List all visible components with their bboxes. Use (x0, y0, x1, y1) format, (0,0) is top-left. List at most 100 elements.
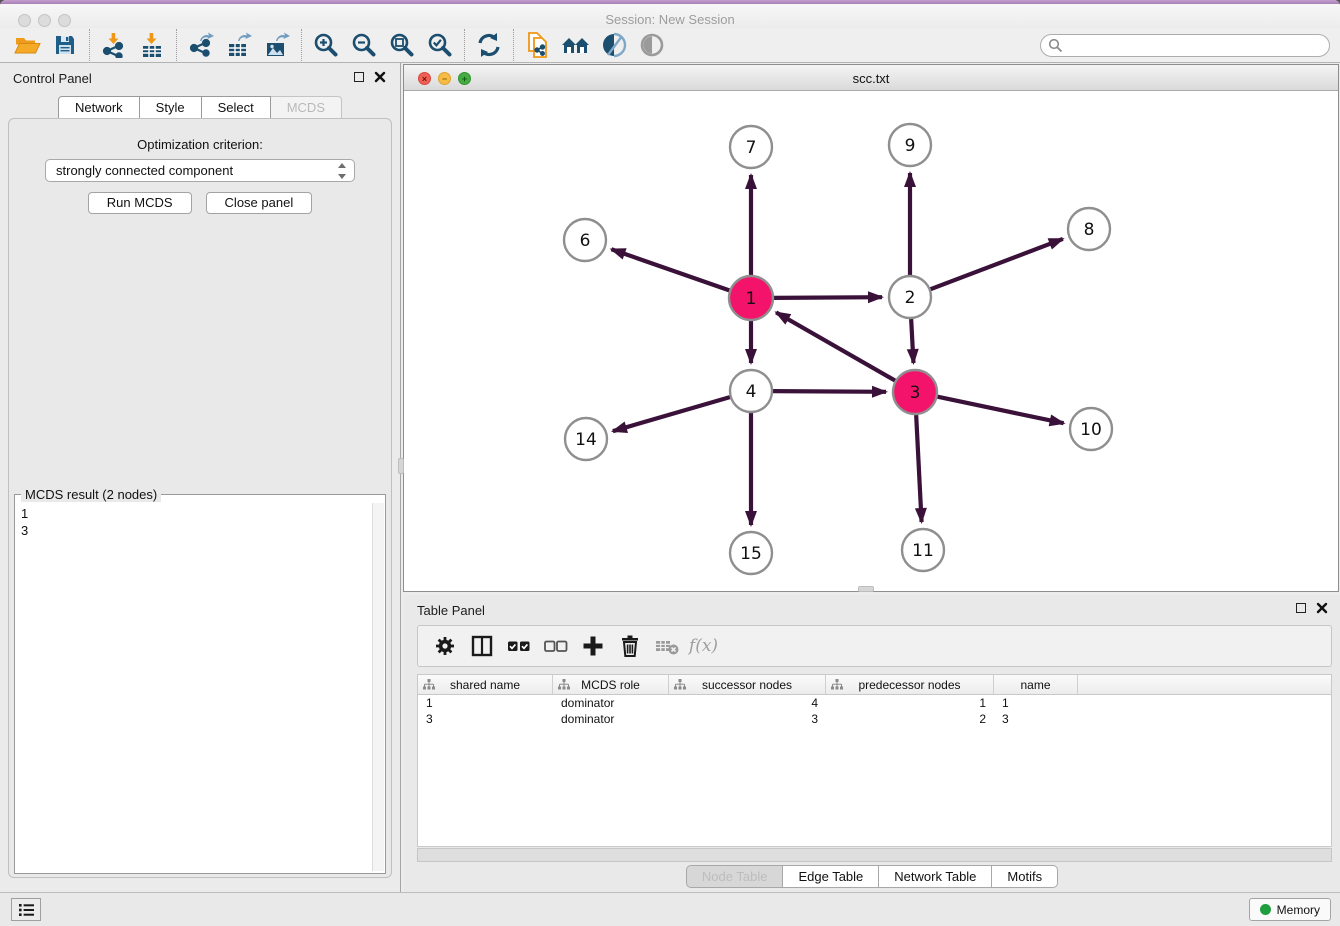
zoom-in-button[interactable] (307, 29, 345, 61)
graph-node-label-15: 15 (740, 544, 762, 564)
tab-motifs[interactable]: Motifs (992, 865, 1058, 888)
network-canvas[interactable]: 7968124314101511 (404, 91, 1338, 591)
table-tabs: Node Table Edge Table Network Table Moti… (404, 865, 1340, 888)
graph-edge-4-14[interactable] (613, 397, 730, 431)
result-scrollbar[interactable] (372, 503, 384, 871)
column-header-mcds-role[interactable]: MCDS role (553, 675, 669, 694)
graph-edge-3-1[interactable] (776, 312, 895, 380)
duplicate-network-icon (525, 32, 551, 58)
cell-shared-name[interactable]: 1 (418, 695, 553, 711)
cell-successor-nodes[interactable]: 4 (669, 695, 826, 711)
mcds-result-text[interactable]: 1 3 (17, 503, 371, 871)
close-panel-icon[interactable] (374, 71, 386, 83)
zoom-fit-button[interactable] (383, 29, 421, 61)
vertical-splitter-handle[interactable] (398, 458, 404, 474)
search-input[interactable] (1040, 34, 1330, 57)
mcds-result-title: MCDS result (2 nodes) (21, 487, 161, 502)
column-header-shared-name[interactable]: shared name (418, 675, 553, 694)
graph-edge-3-11[interactable] (916, 415, 921, 522)
cell-name[interactable]: 3 (994, 711, 1078, 727)
graph-edge-2-8[interactable] (931, 239, 1063, 289)
select-all-rows-button[interactable] (500, 629, 537, 663)
mcds-tab-panel: Optimization criterion: strongly connect… (8, 118, 392, 878)
export-image-button[interactable] (258, 29, 296, 61)
tab-edge-table[interactable]: Edge Table (783, 865, 879, 888)
column-header-predecessor-nodes[interactable]: predecessor nodes (826, 675, 994, 694)
graph-edge-3-10[interactable] (938, 397, 1064, 424)
birds-eye-view-button[interactable] (633, 29, 671, 61)
horizontal-splitter-handle[interactable] (858, 586, 874, 592)
show-column-panel-button[interactable] (463, 629, 500, 663)
close-panel-button[interactable]: Close panel (206, 192, 313, 214)
graph-edge-2-3[interactable] (911, 319, 913, 363)
float-panel-icon[interactable] (354, 72, 364, 82)
plus-icon (581, 634, 605, 658)
export-network-button[interactable] (182, 29, 220, 61)
graph-edge-4-3[interactable] (773, 391, 886, 392)
table-row[interactable]: 1 dominator 4 1 1 (418, 695, 1331, 711)
run-mcds-button[interactable]: Run MCDS (88, 192, 192, 214)
table-header-row: shared name MCDS role successor nodes pr… (418, 675, 1331, 695)
delete-table-button[interactable] (648, 629, 685, 663)
cell-name[interactable]: 1 (994, 695, 1078, 711)
graph-edge-1-2[interactable] (774, 297, 882, 298)
cell-mcds-role[interactable]: dominator (553, 695, 669, 711)
memory-button[interactable]: Memory (1249, 898, 1331, 921)
deselect-all-rows-button[interactable] (537, 629, 574, 663)
import-network-button[interactable] (95, 29, 133, 61)
toolbar-separator (176, 29, 177, 61)
criterion-select[interactable]: strongly connected component (45, 159, 355, 182)
table-row[interactable]: 3 dominator 3 2 3 (418, 711, 1331, 727)
table-panel-title: Table Panel (417, 603, 485, 618)
float-table-panel-icon[interactable] (1296, 603, 1306, 613)
tab-style[interactable]: Style (140, 96, 202, 119)
tab-network-table[interactable]: Network Table (879, 865, 992, 888)
graphics-details-button[interactable] (595, 29, 633, 61)
cell-predecessor-nodes[interactable]: 1 (826, 695, 994, 711)
node-table[interactable]: shared name MCDS role successor nodes pr… (417, 674, 1332, 847)
graphics-details-icon (601, 32, 627, 58)
graph-edge-1-6[interactable] (611, 249, 729, 290)
close-table-panel-icon[interactable] (1316, 602, 1328, 614)
table-horizontal-scrollbar[interactable] (417, 848, 1332, 862)
zoom-selected-button[interactable] (421, 29, 459, 61)
add-column-button[interactable] (574, 629, 611, 663)
control-panel-title: Control Panel (13, 71, 92, 86)
cell-mcds-role[interactable]: dominator (553, 711, 669, 727)
search-icon (1048, 38, 1063, 53)
attribute-icon (674, 679, 686, 691)
open-session-button[interactable] (8, 29, 46, 61)
zoom-out-button[interactable] (345, 29, 383, 61)
tab-node-table[interactable]: Node Table (686, 865, 784, 888)
graph-node-label-1: 1 (746, 289, 757, 309)
tab-mcds[interactable]: MCDS (271, 96, 342, 119)
refresh-view-button[interactable] (470, 29, 508, 61)
column-header-successor-nodes[interactable]: successor nodes (669, 675, 826, 694)
export-table-button[interactable] (220, 29, 258, 61)
tab-select[interactable]: Select (202, 96, 271, 119)
column-label: shared name (450, 678, 520, 692)
graph-node-label-9: 9 (905, 136, 916, 156)
save-session-button[interactable] (46, 29, 84, 61)
cell-shared-name[interactable]: 3 (418, 711, 553, 727)
table-options-button[interactable] (426, 629, 463, 663)
delete-table-icon (654, 634, 680, 658)
task-history-button[interactable] (11, 898, 41, 921)
cell-successor-nodes[interactable]: 3 (669, 711, 826, 727)
duplicate-network-button[interactable] (519, 29, 557, 61)
select-stepper-icon (336, 163, 348, 179)
column-header-name[interactable]: name (994, 675, 1078, 694)
import-table-button[interactable] (133, 29, 171, 61)
function-builder-button[interactable]: f(x) (685, 629, 722, 663)
show-all-views-button[interactable] (557, 29, 595, 61)
cell-predecessor-nodes[interactable]: 2 (826, 711, 994, 727)
mcds-buttons-row: Run MCDS Close panel (9, 192, 391, 214)
network-view-window: × − + scc.txt 7968124314101511 (403, 64, 1339, 592)
tab-network[interactable]: Network (58, 96, 140, 119)
export-network-icon (188, 32, 214, 58)
memory-status-icon (1260, 904, 1271, 915)
network-graph[interactable]: 7968124314101511 (404, 91, 1338, 591)
graph-node-label-8: 8 (1084, 220, 1095, 240)
control-panel: Control Panel Network Style Select MCDS … (0, 63, 401, 892)
delete-columns-button[interactable] (611, 629, 648, 663)
